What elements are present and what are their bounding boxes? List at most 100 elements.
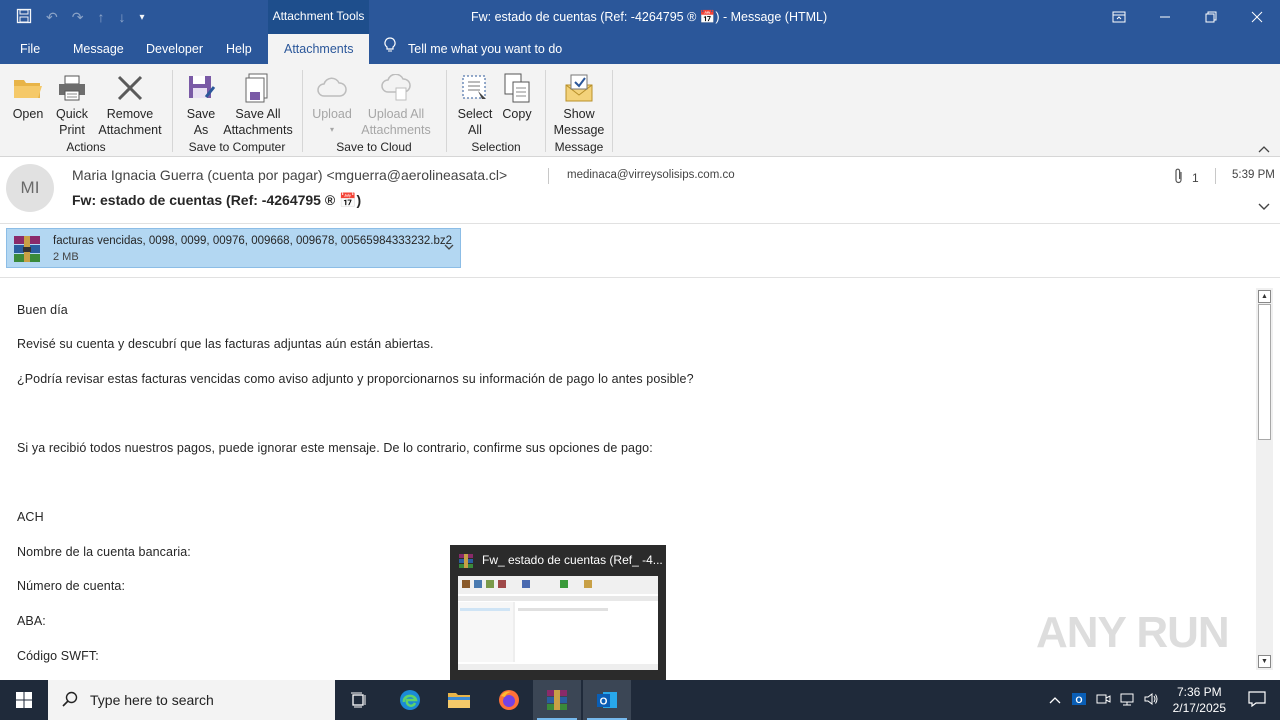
task-view-icon[interactable] — [336, 680, 384, 720]
taskbar: Type here to search O O 7:36 PM 2/17/202… — [0, 680, 1280, 720]
copy-button[interactable]: Copy — [498, 70, 536, 122]
attachment-item[interactable]: facturas vencidas, 0098, 0099, 00976, 00… — [6, 228, 461, 268]
remove-attachment-button[interactable]: Remove Attachment — [96, 70, 164, 138]
outlook-taskbar-icon[interactable]: O — [583, 680, 631, 720]
copy-icon — [498, 70, 536, 106]
notifications-icon[interactable] — [1248, 690, 1266, 710]
save-as-button[interactable]: Save As — [182, 70, 220, 138]
divider — [548, 168, 549, 184]
group-divider — [612, 70, 613, 152]
tab-help[interactable]: Help — [226, 34, 252, 64]
body-line: Número de cuenta: — [17, 579, 126, 593]
body-line: ABA: — [17, 614, 46, 628]
body-line: Código SWFT: — [17, 649, 99, 663]
upload-all-attachments-button[interactable]: Upload All Attachments — [354, 70, 438, 138]
tell-me-box[interactable]: Tell me what you want to do — [384, 34, 562, 64]
tab-message[interactable]: Message — [73, 34, 124, 64]
redo-icon[interactable]: ↷ — [72, 9, 84, 26]
ribbon-display-options-icon[interactable] — [1096, 0, 1142, 34]
envelope-icon — [552, 70, 606, 106]
save-icon[interactable] — [16, 8, 32, 27]
show-message-label: Show Message — [553, 107, 605, 137]
customize-qat-icon[interactable]: ▾ — [139, 12, 144, 23]
save-all-attachments-label: Save All Attachments — [223, 107, 293, 137]
taskbar-clock[interactable]: 7:36 PM 2/17/2025 — [1173, 684, 1226, 716]
system-tray: O 7:36 PM 2/17/2025 — [1049, 680, 1280, 720]
tab-developer[interactable]: Developer — [146, 34, 203, 64]
group-divider — [446, 70, 447, 152]
close-icon[interactable] — [1234, 0, 1280, 34]
clock-date: 2/17/2025 — [1172, 701, 1226, 715]
lightbulb-icon — [384, 34, 396, 64]
volume-icon[interactable] — [1143, 691, 1159, 710]
clock-time: 7:36 PM — [1176, 685, 1222, 699]
save-all-icon — [222, 70, 294, 106]
body-line: Si ya recibió todos nuestros pagos, pued… — [17, 441, 653, 455]
upload-label: Upload — [312, 107, 352, 121]
group-divider — [172, 70, 173, 152]
scroll-down-arrow-icon[interactable]: ▼ — [1258, 655, 1271, 668]
scroll-up-arrow-icon[interactable]: ▲ — [1258, 290, 1271, 303]
down-arrow-icon[interactable]: ↓ — [118, 9, 125, 25]
copy-label: Copy — [502, 107, 532, 121]
message-header: MI Maria Ignacia Guerra (cuenta por paga… — [0, 158, 1280, 224]
file-explorer-icon[interactable] — [435, 680, 483, 720]
ribbon: Open Quick Print Remove Attachment Actio… — [0, 64, 1280, 157]
tab-file[interactable]: File — [20, 34, 40, 64]
restore-icon[interactable] — [1188, 0, 1234, 34]
network-icon[interactable] — [1119, 691, 1135, 710]
quick-access-toolbar: ↶ ↷ ↑ ↓ ▾ — [16, 0, 145, 34]
up-arrow-icon[interactable]: ↑ — [97, 9, 104, 25]
taskbar-search-box[interactable]: Type here to search — [48, 680, 335, 720]
save-all-attachments-button[interactable]: Save All Attachments — [222, 70, 294, 138]
scrollbar-thumb[interactable] — [1258, 304, 1271, 440]
anyrun-watermark: ANY RUN — [1036, 608, 1230, 657]
avatar[interactable]: MI — [6, 164, 54, 212]
attachment-count: 1 — [1174, 168, 1199, 187]
attachment-count-value: 1 — [1192, 170, 1199, 185]
taskbar-thumbnail-preview[interactable]: Fw_ estado de cuentas (Ref_ -4... — [450, 545, 666, 680]
quick-print-button[interactable]: Quick Print — [52, 70, 92, 138]
tab-attachments[interactable]: Attachments — [268, 34, 370, 64]
body-line: ¿Podría revisar estas facturas vencidas … — [17, 372, 694, 386]
show-message-button[interactable]: Show Message — [552, 70, 606, 138]
attachment-name: facturas vencidas, 0098, 0099, 00976, 00… — [53, 235, 453, 247]
vertical-scrollbar[interactable]: ▲ ▼ — [1256, 288, 1273, 670]
divider — [1215, 168, 1216, 184]
body-line: Revisé su cuenta y descubrí que las fact… — [17, 337, 434, 351]
group-selection-label: Selection — [471, 140, 521, 154]
show-hidden-icons-icon[interactable] — [1049, 693, 1061, 707]
outlook-tray-icon[interactable]: O — [1071, 691, 1087, 710]
folder-open-icon — [8, 70, 48, 106]
quick-print-label: Quick Print — [56, 107, 88, 137]
body-line: Nombre de la cuenta bancaria: — [17, 545, 191, 559]
undo-icon[interactable]: ↶ — [46, 9, 58, 26]
meet-now-icon[interactable] — [1095, 691, 1111, 710]
title-bar: ↶ ↷ ↑ ↓ ▾ Attachment Tools Fw: estado de… — [0, 0, 1280, 34]
remove-attachment-label: Remove Attachment — [98, 107, 162, 137]
expand-header-icon[interactable] — [1258, 198, 1270, 214]
svg-text:O: O — [1075, 695, 1082, 705]
recipient[interactable]: medinaca@virreysolisips.com.co — [567, 169, 735, 181]
minimize-icon[interactable] — [1142, 0, 1188, 34]
body-line: ACH — [17, 510, 44, 524]
winrar-icon — [458, 553, 474, 572]
select-all-button[interactable]: Select All — [454, 70, 496, 138]
subject: Fw: estado de cuentas (Ref: -4264795 ® 📅… — [72, 192, 362, 208]
save-as-label: Save As — [186, 107, 216, 137]
attachment-well: facturas vencidas, 0098, 0099, 00976, 00… — [0, 224, 1280, 278]
winrar-taskbar-icon[interactable] — [533, 680, 581, 720]
sender[interactable]: Maria Ignacia Guerra (cuenta por pagar) … — [72, 167, 507, 183]
edge-icon[interactable] — [386, 680, 434, 720]
search-icon — [62, 691, 78, 710]
windows-start-icon[interactable] — [0, 680, 48, 720]
attachment-menu-chevron-icon[interactable] — [444, 239, 454, 253]
upload-button[interactable]: Upload ▾ — [310, 70, 354, 138]
group-save-to-computer-label: Save to Computer — [188, 140, 286, 154]
open-button[interactable]: Open — [8, 70, 48, 122]
firefox-icon[interactable] — [485, 680, 533, 720]
collapse-ribbon-icon[interactable] — [1258, 144, 1270, 156]
paperclip-icon — [1174, 168, 1184, 187]
group-divider — [545, 70, 546, 152]
dropdown-arrow-icon: ▾ — [329, 125, 334, 134]
